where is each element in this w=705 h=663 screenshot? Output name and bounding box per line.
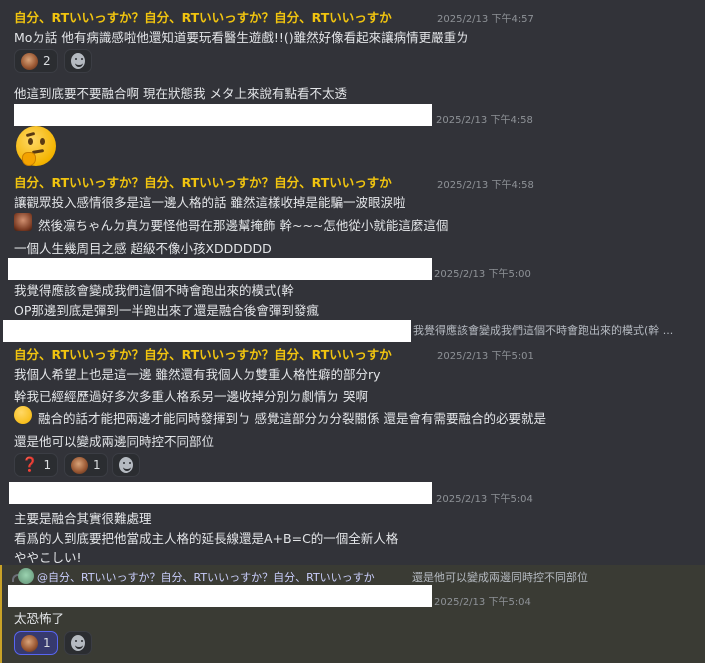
message-text: 讓觀眾投入感情很多是這一邊人格的話 雖然這樣收掉是能騙一波眼淚啦 xyxy=(14,195,406,210)
redacted-username xyxy=(9,482,432,504)
timestamp: 2025/2/13 下午5:01 xyxy=(437,351,534,362)
username[interactable]: 自分、RTいいっすか？自分、RTいいっすか？自分、RTいいっすか xyxy=(14,7,392,26)
reaction-chip[interactable]: 2 xyxy=(14,49,58,73)
add-reaction-icon xyxy=(71,53,85,69)
timestamp: 2025/2/13 下午4:58 xyxy=(436,115,533,126)
message-text: 我個人希望上也是這一邊 雖然還有我個人ㄉ雙重人格性癖的部分ry xyxy=(14,367,381,382)
add-reaction-icon xyxy=(71,635,85,651)
message-text: 一個人生幾周目之感 超級不像小孩XDDDDDD xyxy=(14,241,272,256)
message-text: 主要是融合其實很難處理 xyxy=(14,511,152,526)
reaction-face-emoji-icon xyxy=(71,456,88,474)
message-text: 幹我已經經歷過好多次多重人格系另一邊收掉分別ㄉ劇情ㄉ 哭啊 xyxy=(14,389,368,404)
reaction-chip-active[interactable]: 1 xyxy=(14,631,58,655)
redacted-username xyxy=(8,258,432,280)
timestamp: 2025/2/13 下午5:00 xyxy=(434,269,531,280)
redacted-username xyxy=(8,585,432,607)
message-text: ややこしい! xyxy=(14,550,82,565)
reaction-face-emoji-icon xyxy=(21,52,38,70)
mention-indicator xyxy=(0,565,2,663)
message-text: 還是他可以變成兩邊同時控不同部位 xyxy=(14,434,215,449)
reaction-chip[interactable]: ❓ 1 xyxy=(14,453,59,477)
message-text: 他這到底要不要融合啊 現在狀態我 メタ上來說有點看不太透 xyxy=(14,86,347,101)
message-text: 然後凛ちゃんㄉ真ㄉ要怪他哥在那邊幫掩飾 幹~~~怎他從小就能這麼這個 xyxy=(38,218,449,233)
timestamp: 2025/2/13 下午4:57 xyxy=(437,14,534,25)
reaction-face-emoji-icon xyxy=(21,634,38,652)
timestamp: 2025/2/13 下午4:58 xyxy=(437,180,534,191)
reply-preview-text[interactable]: 我覺得應該會變成我們這個不時會跑出來的模式(幹 ... xyxy=(413,322,703,338)
reaction-count: 1 xyxy=(93,458,101,472)
redacted-username xyxy=(14,104,432,126)
add-reaction-icon xyxy=(119,457,133,473)
thinking-face-icon xyxy=(16,126,56,166)
message-text: Moㄉ話 他有病識感啦他還知道要玩看醫生遊戲!!()雖然好像看起來讓病情更嚴重ㄌ xyxy=(14,30,469,45)
add-reaction-button[interactable] xyxy=(112,453,140,477)
reaction-count: 2 xyxy=(43,54,51,68)
add-reaction-button[interactable] xyxy=(64,49,92,73)
message-text: 融合的話才能把兩邊才能同時發揮到ㄅ 感覺這部分ㄉ分裂關係 還是會有需要融合的必要… xyxy=(38,411,546,426)
message-text: 我覺得應該會變成我們這個不時會跑出來的模式(幹 xyxy=(14,283,294,298)
timestamp: 2025/2/13 下午5:04 xyxy=(436,494,533,505)
inline-thinking-face-icon xyxy=(14,406,32,424)
reply-referenced-text[interactable]: 還是他可以變成兩邊同時控不同部位 xyxy=(412,569,588,585)
username[interactable]: 自分、RTいいっすか？自分、RTいいっすか？自分、RTいいっすか xyxy=(14,344,392,363)
timestamp: 2025/2/13 下午5:04 xyxy=(434,597,531,608)
reply-mention[interactable]: @自分、RTいいっすか？自分、RTいいっすか？自分、RTいいっすか xyxy=(37,569,375,585)
reaction-count: 1 xyxy=(43,458,52,472)
question-mark-icon: ❓ xyxy=(21,457,39,473)
reaction-chip[interactable]: 1 xyxy=(64,453,108,477)
add-reaction-button[interactable] xyxy=(64,631,92,655)
message-text: 看爲的人到底要把他當成主人格的延長線還是A+B=C的一個全新人格 xyxy=(14,531,399,546)
username[interactable]: 自分、RTいいっすか？自分、RTいいっすか？自分、RTいいっすか xyxy=(14,172,392,191)
redacted-username xyxy=(3,320,411,342)
reaction-count: 1 xyxy=(43,636,51,650)
message-text: 太恐怖了 xyxy=(14,611,65,626)
inline-avatar-emoji-icon xyxy=(14,213,32,231)
message-text: OP那邊到底是彈到一半跑出來了還是融合後會彈到發瘋 xyxy=(14,303,319,318)
